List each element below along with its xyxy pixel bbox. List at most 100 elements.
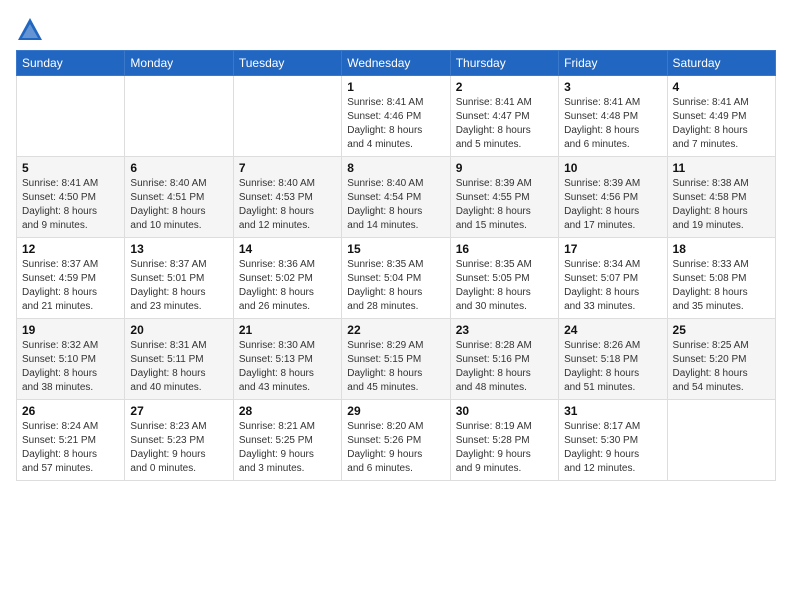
- day-info: Sunrise: 8:28 AM Sunset: 5:16 PM Dayligh…: [456, 339, 553, 395]
- calendar-cell: 23 Sunrise: 8:28 AM Sunset: 5:16 PM Dayli…: [450, 319, 558, 400]
- calendar-cell: [125, 76, 233, 157]
- calendar-cell: 28 Sunrise: 8:21 AM Sunset: 5:25 PM Dayli…: [233, 400, 341, 481]
- day-number: 17: [564, 242, 661, 256]
- calendar-cell: 4 Sunrise: 8:41 AM Sunset: 4:49 PM Daylig…: [667, 76, 775, 157]
- day-number: 6: [130, 161, 227, 175]
- day-number: 1: [347, 80, 444, 94]
- calendar-cell: 25 Sunrise: 8:25 AM Sunset: 5:20 PM Dayli…: [667, 319, 775, 400]
- calendar-cell: 15 Sunrise: 8:35 AM Sunset: 5:04 PM Dayli…: [342, 238, 450, 319]
- day-info: Sunrise: 8:39 AM Sunset: 4:56 PM Dayligh…: [564, 177, 661, 233]
- logo: [16, 16, 48, 44]
- day-number: 11: [673, 161, 770, 175]
- day-info: Sunrise: 8:41 AM Sunset: 4:50 PM Dayligh…: [22, 177, 119, 233]
- calendar-cell: 19Sunrise: 8:32 AM Sunset: 5:10 PM Dayli…: [17, 319, 125, 400]
- weekday-header-friday: Friday: [559, 51, 667, 76]
- day-info: Sunrise: 8:41 AM Sunset: 4:49 PM Dayligh…: [673, 96, 770, 152]
- calendar-cell: 9 Sunrise: 8:39 AM Sunset: 4:55 PM Daylig…: [450, 157, 558, 238]
- weekday-header-sunday: Sunday: [17, 51, 125, 76]
- day-info: Sunrise: 8:37 AM Sunset: 4:59 PM Dayligh…: [22, 258, 119, 314]
- calendar-cell: 17 Sunrise: 8:34 AM Sunset: 5:07 PM Dayli…: [559, 238, 667, 319]
- calendar-cell: 3 Sunrise: 8:41 AM Sunset: 4:48 PM Daylig…: [559, 76, 667, 157]
- day-info: Sunrise: 8:32 AM Sunset: 5:10 PM Dayligh…: [22, 339, 119, 395]
- day-info: Sunrise: 8:33 AM Sunset: 5:08 PM Dayligh…: [673, 258, 770, 314]
- calendar-cell: 20 Sunrise: 8:31 AM Sunset: 5:11 PM Dayli…: [125, 319, 233, 400]
- calendar-cell: 26Sunrise: 8:24 AM Sunset: 5:21 PM Dayli…: [17, 400, 125, 481]
- day-number: 4: [673, 80, 770, 94]
- day-info: Sunrise: 8:35 AM Sunset: 5:04 PM Dayligh…: [347, 258, 444, 314]
- calendar-cell: 29 Sunrise: 8:20 AM Sunset: 5:26 PM Dayli…: [342, 400, 450, 481]
- day-info: Sunrise: 8:25 AM Sunset: 5:20 PM Dayligh…: [673, 339, 770, 395]
- weekday-header-wednesday: Wednesday: [342, 51, 450, 76]
- calendar-cell: 5Sunrise: 8:41 AM Sunset: 4:50 PM Daylig…: [17, 157, 125, 238]
- weekday-header-thursday: Thursday: [450, 51, 558, 76]
- day-number: 25: [673, 323, 770, 337]
- day-info: Sunrise: 8:20 AM Sunset: 5:26 PM Dayligh…: [347, 420, 444, 476]
- day-number: 15: [347, 242, 444, 256]
- day-number: 27: [130, 404, 227, 418]
- day-info: Sunrise: 8:38 AM Sunset: 4:58 PM Dayligh…: [673, 177, 770, 233]
- calendar-cell: 12Sunrise: 8:37 AM Sunset: 4:59 PM Dayli…: [17, 238, 125, 319]
- calendar-week-3: 19Sunrise: 8:32 AM Sunset: 5:10 PM Dayli…: [17, 319, 776, 400]
- day-number: 23: [456, 323, 553, 337]
- day-info: Sunrise: 8:19 AM Sunset: 5:28 PM Dayligh…: [456, 420, 553, 476]
- calendar-week-2: 12Sunrise: 8:37 AM Sunset: 4:59 PM Dayli…: [17, 238, 776, 319]
- day-info: Sunrise: 8:36 AM Sunset: 5:02 PM Dayligh…: [239, 258, 336, 314]
- day-info: Sunrise: 8:31 AM Sunset: 5:11 PM Dayligh…: [130, 339, 227, 395]
- calendar-cell: [233, 76, 341, 157]
- day-info: Sunrise: 8:40 AM Sunset: 4:53 PM Dayligh…: [239, 177, 336, 233]
- weekday-header-row: SundayMondayTuesdayWednesdayThursdayFrid…: [17, 51, 776, 76]
- day-number: 3: [564, 80, 661, 94]
- calendar-cell: 11 Sunrise: 8:38 AM Sunset: 4:58 PM Dayli…: [667, 157, 775, 238]
- calendar-cell: 16Sunrise: 8:35 AM Sunset: 5:05 PM Dayli…: [450, 238, 558, 319]
- day-number: 9: [456, 161, 553, 175]
- day-info: Sunrise: 8:34 AM Sunset: 5:07 PM Dayligh…: [564, 258, 661, 314]
- day-info: Sunrise: 8:29 AM Sunset: 5:15 PM Dayligh…: [347, 339, 444, 395]
- weekday-header-saturday: Saturday: [667, 51, 775, 76]
- calendar-cell: 8 Sunrise: 8:40 AM Sunset: 4:54 PM Daylig…: [342, 157, 450, 238]
- day-number: 10: [564, 161, 661, 175]
- calendar-cell: 14 Sunrise: 8:36 AM Sunset: 5:02 PM Dayli…: [233, 238, 341, 319]
- day-info: Sunrise: 8:40 AM Sunset: 4:51 PM Dayligh…: [130, 177, 227, 233]
- calendar-cell: 6 Sunrise: 8:40 AM Sunset: 4:51 PM Daylig…: [125, 157, 233, 238]
- day-number: 21: [239, 323, 336, 337]
- day-info: Sunrise: 8:21 AM Sunset: 5:25 PM Dayligh…: [239, 420, 336, 476]
- day-number: 8: [347, 161, 444, 175]
- calendar-cell: 10 Sunrise: 8:39 AM Sunset: 4:56 PM Dayli…: [559, 157, 667, 238]
- logo-icon: [16, 16, 44, 44]
- day-info: Sunrise: 8:37 AM Sunset: 5:01 PM Dayligh…: [130, 258, 227, 314]
- calendar-table: SundayMondayTuesdayWednesdayThursdayFrid…: [16, 50, 776, 481]
- calendar-cell: 18 Sunrise: 8:33 AM Sunset: 5:08 PM Dayli…: [667, 238, 775, 319]
- day-info: Sunrise: 8:41 AM Sunset: 4:46 PM Dayligh…: [347, 96, 444, 152]
- calendar-cell: 7 Sunrise: 8:40 AM Sunset: 4:53 PM Daylig…: [233, 157, 341, 238]
- day-info: Sunrise: 8:39 AM Sunset: 4:55 PM Dayligh…: [456, 177, 553, 233]
- day-number: 31: [564, 404, 661, 418]
- day-number: 18: [673, 242, 770, 256]
- day-info: Sunrise: 8:41 AM Sunset: 4:48 PM Dayligh…: [564, 96, 661, 152]
- calendar-cell: 27 Sunrise: 8:23 AM Sunset: 5:23 PM Dayli…: [125, 400, 233, 481]
- day-number: 22: [347, 323, 444, 337]
- calendar-cell: [17, 76, 125, 157]
- calendar-week-1: 5Sunrise: 8:41 AM Sunset: 4:50 PM Daylig…: [17, 157, 776, 238]
- day-info: Sunrise: 8:30 AM Sunset: 5:13 PM Dayligh…: [239, 339, 336, 395]
- day-number: 29: [347, 404, 444, 418]
- calendar-cell: [667, 400, 775, 481]
- day-info: Sunrise: 8:26 AM Sunset: 5:18 PM Dayligh…: [564, 339, 661, 395]
- day-info: Sunrise: 8:41 AM Sunset: 4:47 PM Dayligh…: [456, 96, 553, 152]
- calendar-cell: 22 Sunrise: 8:29 AM Sunset: 5:15 PM Dayli…: [342, 319, 450, 400]
- day-number: 24: [564, 323, 661, 337]
- day-number: 20: [130, 323, 227, 337]
- calendar-cell: 1 Sunrise: 8:41 AM Sunset: 4:46 PM Daylig…: [342, 76, 450, 157]
- day-number: 7: [239, 161, 336, 175]
- day-number: 26: [22, 404, 119, 418]
- day-number: 14: [239, 242, 336, 256]
- day-number: 13: [130, 242, 227, 256]
- day-info: Sunrise: 8:40 AM Sunset: 4:54 PM Dayligh…: [347, 177, 444, 233]
- day-info: Sunrise: 8:23 AM Sunset: 5:23 PM Dayligh…: [130, 420, 227, 476]
- day-number: 16: [456, 242, 553, 256]
- calendar-cell: 31Sunrise: 8:17 AM Sunset: 5:30 PM Dayli…: [559, 400, 667, 481]
- day-number: 28: [239, 404, 336, 418]
- weekday-header-monday: Monday: [125, 51, 233, 76]
- calendar-cell: 24 Sunrise: 8:26 AM Sunset: 5:18 PM Dayli…: [559, 319, 667, 400]
- calendar-cell: 13 Sunrise: 8:37 AM Sunset: 5:01 PM Dayli…: [125, 238, 233, 319]
- calendar-cell: 30Sunrise: 8:19 AM Sunset: 5:28 PM Dayli…: [450, 400, 558, 481]
